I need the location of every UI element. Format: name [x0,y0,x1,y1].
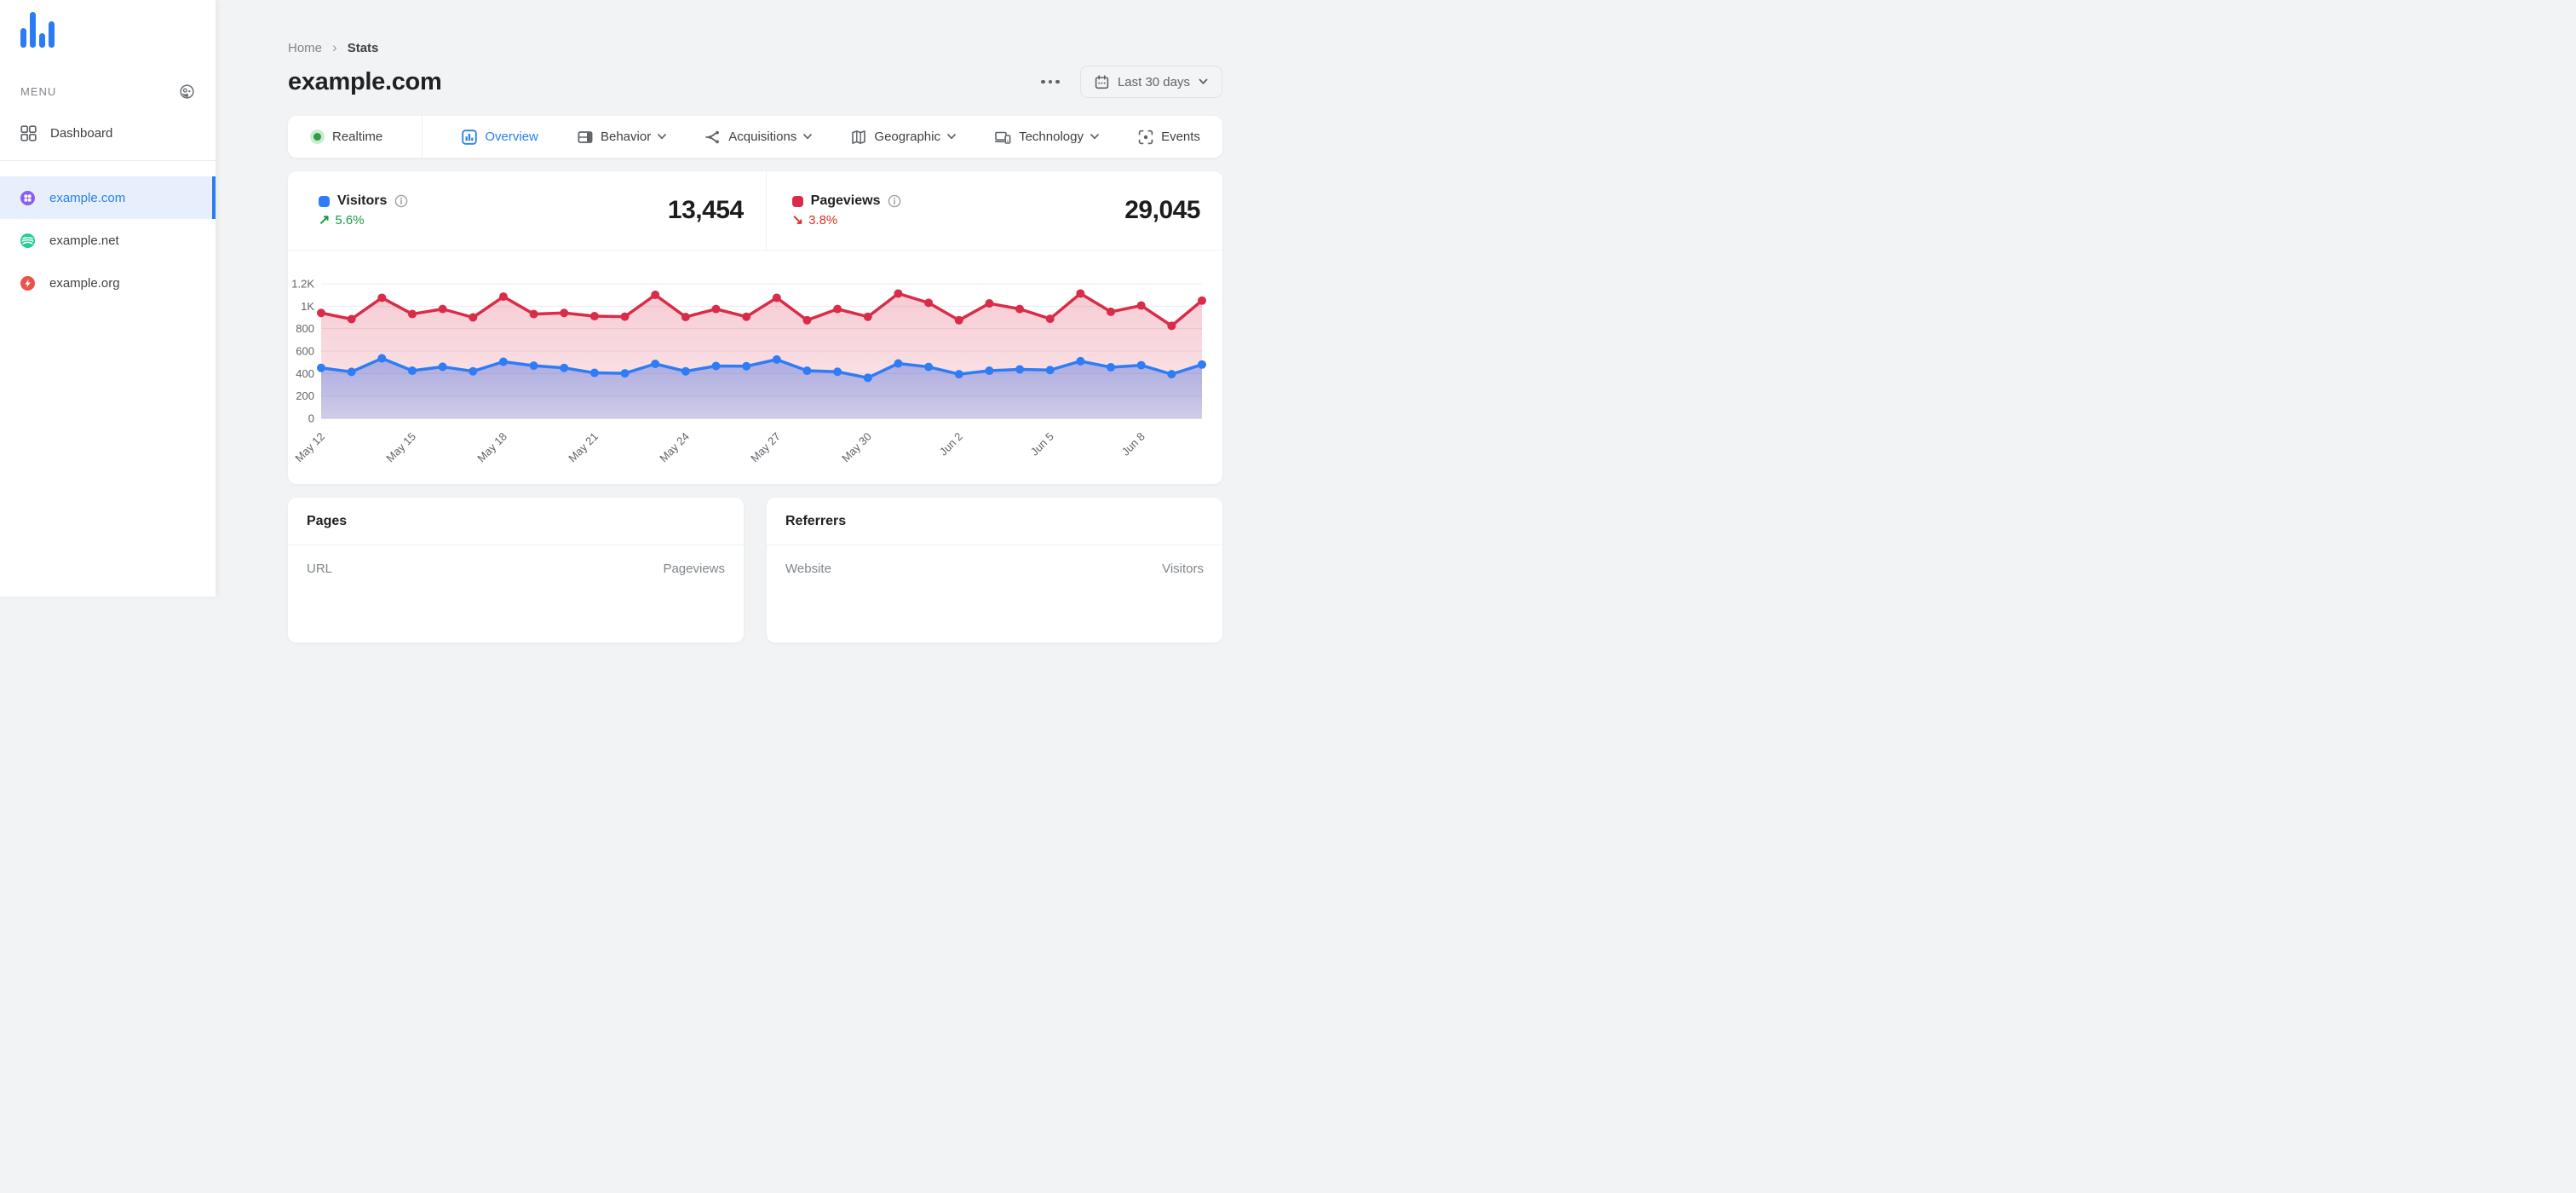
referrers-card: Referrers Website Visitors [767,498,1222,643]
sidebar-divider [0,160,216,161]
traffic-chart[interactable]: 0 200 400 600 800 1K 1.2K May 12 May 15 May 18 May… [288,251,1222,484]
tab-overview[interactable]: Overview [462,129,538,145]
svg-text:1K: 1K [301,300,314,313]
tab-divider [422,116,423,158]
visitors-value: 13,454 [667,196,744,224]
dashboard-grid-icon [20,125,37,141]
visitors-change: ↗ 5.6% [319,212,365,228]
pageviews-stat: Pageviews ↘ 3.8% 29,045 [767,171,1222,250]
svg-text:May 12: May 12 [292,430,327,465]
site-label: example.com [49,190,126,205]
tab-events[interactable]: Events [1138,130,1200,145]
page-title: example.com [288,67,442,95]
svg-text:May 30: May 30 [839,430,874,465]
map-icon [851,130,866,145]
svg-text:May 15: May 15 [383,430,418,465]
info-icon[interactable] [888,194,901,208]
svg-text:600: 600 [296,345,314,358]
referrers-col-visitors: Visitors [1162,562,1204,576]
trend-down-icon: ↘ [791,212,804,228]
devices-icon [995,130,1011,145]
svg-text:May 24: May 24 [657,430,692,465]
bar-chart-icon [462,129,478,145]
breadcrumb-chevron-icon: › [332,39,337,55]
calendar-icon [1095,74,1109,89]
referrers-col-website: Website [785,562,831,576]
tab-realtime[interactable]: Realtime [310,130,382,144]
breadcrumb-home[interactable]: Home [288,41,322,55]
tab-geographic[interactable]: Geographic [851,130,956,145]
pageviews-value: 29,045 [1124,196,1200,224]
visitors-stat: Visitors ↗ 5.6% 13,454 [288,171,767,250]
pages-col-url: URL [307,562,333,576]
mascot-face-icon[interactable] [179,84,195,100]
svg-text:May 27: May 27 [748,430,783,465]
sidebar-item-example-org[interactable]: example.org [0,262,216,304]
svg-text:May 18: May 18 [474,430,509,465]
share-branch-icon [705,130,721,145]
pages-col-pageviews: Pageviews [663,562,725,576]
date-range-label: Last 30 days [1117,74,1190,89]
pageviews-label: Pageviews [810,193,881,208]
main-content: Home › Stats example.com Last 30 days Re… [216,0,1288,643]
sidebar-item-example-com[interactable]: example.com [0,176,216,219]
tab-bar: Realtime Overview Behavior Acquisitions … [288,116,1222,158]
pageviews-swatch [791,195,803,207]
svg-text:Jun 8: Jun 8 [1119,430,1147,458]
visitors-swatch [319,195,330,207]
site-bolt-icon [20,275,35,291]
sidebar: MENU Dashboard example.com example.net e… [0,0,216,596]
layout-icon [578,130,593,145]
svg-text:800: 800 [296,322,314,335]
stats-row: Visitors ↗ 5.6% 13,454 Pageviews ↘ 3.8% … [288,171,1222,251]
svg-text:400: 400 [296,367,314,380]
pages-card: Pages URL Pageviews [288,498,744,643]
pages-card-title: Pages [288,498,744,545]
tab-technology[interactable]: Technology [995,130,1099,145]
chevron-down-icon [947,134,956,140]
svg-text:1.2K: 1.2K [291,278,314,291]
chevron-down-icon [1090,134,1099,140]
referrers-card-title: Referrers [767,498,1222,545]
site-waves-icon [20,233,35,248]
sidebar-item-example-net[interactable]: example.net [0,219,216,262]
svg-text:Jun 2: Jun 2 [937,430,965,458]
realtime-live-dot-icon [310,130,325,144]
svg-text:Jun 5: Jun 5 [1028,430,1056,458]
site-label: example.org [49,275,120,291]
chevron-down-icon [658,134,667,140]
overview-chart-card: Visitors ↗ 5.6% 13,454 Pageviews ↘ 3.8% … [288,171,1222,484]
chevron-down-icon [803,134,813,140]
pageviews-change: ↘ 3.8% [791,212,838,228]
tab-behavior[interactable]: Behavior [578,130,667,145]
svg-text:0: 0 [308,412,314,425]
site-clover-icon [20,190,35,205]
breadcrumb-stats: Stats [347,41,379,55]
visitors-label: Visitors [337,193,388,208]
tab-acquisitions[interactable]: Acquisitions [705,130,813,145]
date-range-button[interactable]: Last 30 days [1079,66,1222,98]
menu-label: MENU [20,85,57,98]
ellipsis-icon [1041,79,1045,84]
app-logo-icon [20,12,55,48]
trend-up-icon: ↗ [319,212,331,228]
svg-text:May 21: May 21 [566,430,601,465]
sidebar-item-dashboard[interactable]: Dashboard [20,125,216,141]
svg-text:200: 200 [296,389,314,402]
info-icon[interactable] [394,194,408,208]
scan-target-icon [1138,130,1153,145]
site-label: example.net [49,233,119,248]
more-options-button[interactable] [1038,73,1063,91]
chevron-down-icon [1199,78,1208,84]
breadcrumb: Home › Stats [288,0,1222,55]
dashboard-label: Dashboard [50,126,113,141]
